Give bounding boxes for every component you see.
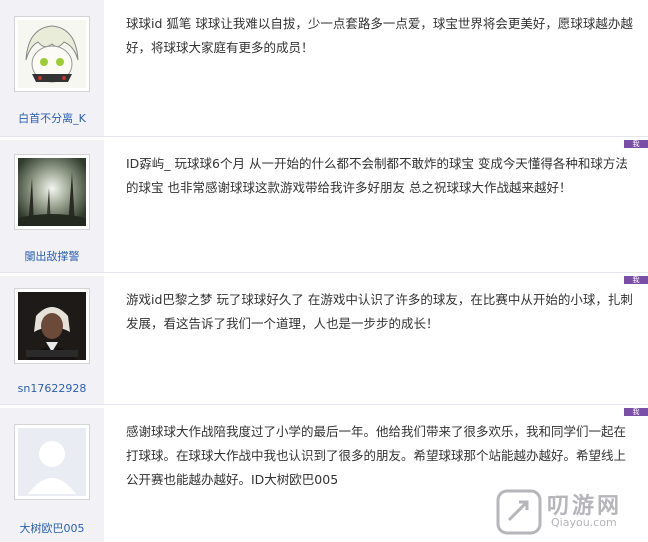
- comment-tag-badge[interactable]: 我: [624, 140, 648, 148]
- username[interactable]: 闌出敌撑警: [0, 248, 104, 264]
- username[interactable]: sn17622928: [0, 382, 104, 395]
- comment-text: 球球id 狐笔 球球让我难以自拔，少一点套路多一点爱，球宝世界将会更美好，愿球球…: [126, 16, 633, 55]
- avatar[interactable]: [14, 288, 90, 364]
- comment-post: 我 sn17622928 游戏id巴黎之梦 玩了球球好久了 在游戏中认识了许多的…: [0, 276, 648, 404]
- comment-text: 感谢球球大作战陪我度过了小学的最后一年。他给我们带来了很多欢乐，我和同学们一起在…: [126, 424, 627, 487]
- comment-tag-badge[interactable]: 我: [624, 276, 648, 284]
- post-divider: [0, 272, 648, 273]
- watermark-logo-icon: [496, 489, 542, 535]
- site-watermark: 叨游网 Qiayou.com: [493, 484, 643, 540]
- avatar[interactable]: [14, 16, 90, 92]
- post-divider: [0, 136, 648, 137]
- comment-text: 游戏id巴黎之梦 玩了球球好久了 在游戏中认识了许多的球友，在比赛中从开始的小球…: [126, 292, 633, 331]
- username[interactable]: 白首不分离_K: [0, 110, 104, 126]
- avatar[interactable]: [14, 154, 90, 230]
- watermark-url: Qiayou.com: [551, 516, 617, 529]
- comment-tag-badge[interactable]: 我: [624, 408, 648, 416]
- post-divider: [0, 404, 648, 405]
- comment-text: ID孬屿_ 玩球球6个月 从一开始的什么都不会制都不敢炸的球宝 变成今天懂得各种…: [126, 156, 628, 195]
- username[interactable]: 大树欧巴005: [0, 520, 104, 536]
- comment-post: 我 闌出敌撑警 ID孬屿_ 玩球球6个月 从一开始的什么都不会制都不敢炸的球宝 …: [0, 140, 648, 272]
- avatar[interactable]: [14, 424, 90, 500]
- comment-post: 白首不分离_K 球球id 狐笔 球球让我难以自拔，少一点套路多一点爱，球宝世界将…: [0, 0, 648, 136]
